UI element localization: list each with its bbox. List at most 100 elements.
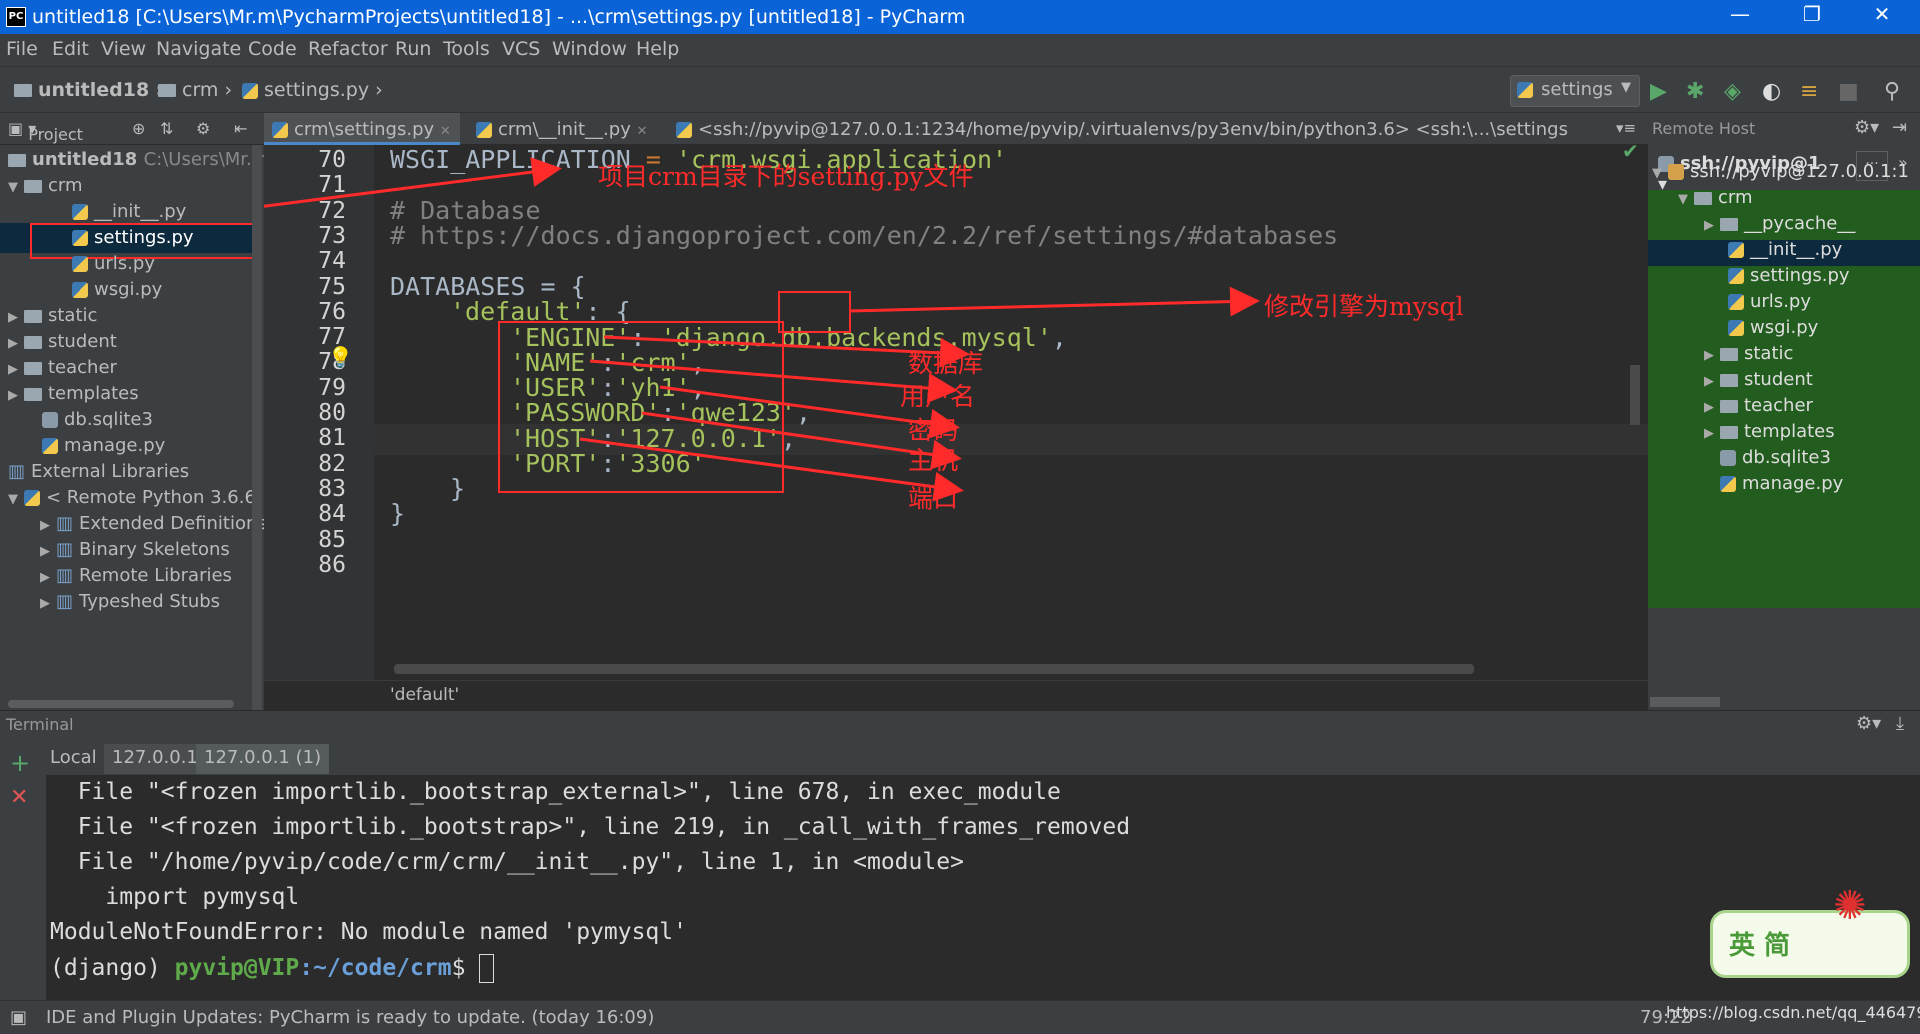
folder-icon	[24, 361, 42, 375]
close-terminal-icon[interactable]: ✕	[10, 785, 28, 810]
minimize-button[interactable]: —	[1720, 2, 1760, 26]
expanded-arrow-icon: ▼	[1678, 192, 1688, 207]
code-breadcrumb[interactable]: 'default'	[390, 685, 459, 705]
tree-item-label: Typeshed Stubs	[79, 591, 221, 612]
tree-item-label: db.sqlite3	[64, 409, 153, 430]
tree-item-label: student	[48, 331, 117, 352]
database-file-icon	[42, 412, 58, 428]
terminal-header: Terminal ⚙▾ ⤓	[0, 710, 1920, 740]
remote-item-label: teacher	[1744, 395, 1813, 416]
menu-vcs[interactable]: VCS	[502, 38, 540, 60]
code-editor[interactable]: 70 71 72 73 74 75 76 77 78 79 80 81 82 83 84 85 86 WSGI_…	[264, 145, 1648, 710]
remote-tree-root-label: ssh://pyvip@127.0.0.1:1	[1690, 161, 1909, 182]
locate-icon[interactable]: ⊕	[132, 119, 145, 138]
watermark-url: https://blog.csdn.net/qq_4464792	[1666, 1003, 1920, 1022]
terminal-output[interactable]: File "<frozen importlib._bootstrap_exter…	[46, 775, 1920, 1000]
tree-item-label: manage.py	[64, 435, 166, 456]
menu-tools[interactable]: Tools	[443, 38, 490, 60]
remote-host-header: Remote Host ⚙▾ ⇥	[1648, 113, 1920, 145]
gear-icon[interactable]: ⚙▾	[1854, 117, 1879, 138]
hide-panel-icon[interactable]: ⇥	[1892, 117, 1907, 138]
python-file-icon	[1728, 242, 1744, 258]
coverage-icon[interactable]: ◈	[1724, 79, 1741, 104]
status-icon[interactable]: ▣	[10, 1007, 27, 1028]
stop-icon[interactable]: ■	[1838, 79, 1859, 104]
python-file-icon	[72, 256, 88, 272]
horizontal-scrollbar[interactable]	[8, 700, 234, 708]
arrow-settings-file	[264, 157, 562, 208]
breadcrumb-crm[interactable]: crm ›	[158, 79, 232, 101]
watermark-text: 英 简	[1729, 931, 1791, 961]
folder-icon	[1720, 399, 1738, 413]
tree-item-label: External Libraries	[31, 461, 190, 482]
status-message[interactable]: IDE and Plugin Updates: PyCharm is ready…	[46, 1007, 654, 1028]
add-terminal-icon[interactable]: +	[10, 749, 30, 777]
tab-settings-py[interactable]: crm\settings.py ✕	[264, 113, 460, 145]
menu-edit[interactable]: Edit	[52, 38, 89, 60]
close-tab-icon[interactable]: ✕	[637, 124, 648, 139]
terminal-tab-remote-2[interactable]: 127.0.0.1 (1)	[196, 744, 330, 774]
terminal-toolbar: + ✕	[0, 749, 46, 1000]
hide-panel-icon[interactable]: ⤓	[1896, 713, 1904, 734]
tree-item-label: urls.py	[94, 253, 155, 274]
menu-help[interactable]: Help	[636, 38, 679, 60]
tree-item-label: wsgi.py	[94, 279, 163, 300]
profile-icon[interactable]: ◐	[1762, 79, 1781, 104]
run-icon[interactable]: ▶	[1650, 79, 1667, 104]
folder-icon	[24, 387, 42, 401]
prompt-sign: $	[451, 955, 480, 981]
python-file-icon	[1728, 320, 1744, 336]
menu-navigate[interactable]: Navigate	[156, 38, 241, 60]
terminal-line: ModuleNotFoundError: No module named 'py…	[50, 919, 687, 945]
prompt-user: pyvip@VIP	[174, 955, 300, 981]
status-bar: ▣ IDE and Plugin Updates: PyCharm is rea…	[0, 1000, 1920, 1034]
gear-icon[interactable]: ⚙▾	[1856, 713, 1881, 734]
vertical-scrollbar[interactable]	[252, 145, 262, 710]
remote-scrollbar[interactable]	[1650, 697, 1720, 707]
build-icon[interactable]: ≡	[1800, 79, 1818, 104]
tab-list-icon[interactable]: ▾≡	[1616, 119, 1636, 137]
breadcrumb-file[interactable]: settings.py ›	[242, 79, 383, 101]
hide-panel-icon[interactable]: ⇤	[234, 119, 247, 138]
prompt-env: (django)	[50, 955, 175, 981]
maximize-button[interactable]: ❐	[1792, 2, 1832, 26]
tree-item-label: teacher	[48, 357, 117, 378]
menu-refactor[interactable]: Refactor	[308, 38, 388, 60]
menu-window[interactable]: Window	[552, 38, 627, 60]
close-tab-icon[interactable]: ✕	[440, 124, 451, 139]
project-view-select[interactable]: ▣ Project ▾	[8, 119, 83, 144]
collapsed-arrow-icon: ▶	[40, 596, 50, 611]
tree-item-typeshed-stubs[interactable]: ▶ ▥ Typeshed Stubs	[40, 587, 220, 617]
menu-bar: File Edit View Navigate Code Refactor Ru…	[0, 34, 1920, 66]
ssh-icon	[1668, 164, 1684, 180]
terminal-tab-local[interactable]: Local	[42, 744, 105, 774]
breadcrumb-project[interactable]: untitled18 ›	[14, 79, 164, 101]
terminal-tab-remote-1[interactable]: 127.0.0.1	[104, 744, 206, 774]
editor-scrollbar[interactable]	[1630, 365, 1640, 425]
debug-icon[interactable]: ✱	[1686, 79, 1704, 104]
folder-icon	[1720, 347, 1738, 361]
folder-icon	[14, 84, 32, 97]
remote-item-label: db.sqlite3	[1742, 447, 1831, 468]
menu-run[interactable]: Run	[395, 38, 431, 60]
gear-icon[interactable]: ⚙	[196, 119, 210, 138]
remote-item-label: settings.py	[1750, 265, 1850, 286]
code-breadcrumb-bar: 'default'	[264, 680, 1648, 710]
run-configuration-select[interactable]: settings ▼	[1510, 75, 1640, 107]
collapsed-arrow-icon: ▶	[1704, 426, 1714, 441]
flower-icon: ✺	[1833, 883, 1867, 929]
tab-init-py[interactable]: crm\__init__.py ✕	[468, 113, 664, 145]
chevron-down-icon: ▼	[1621, 80, 1631, 95]
run-configuration-label: settings	[1541, 79, 1613, 100]
close-button[interactable]: ✕	[1862, 2, 1902, 26]
search-icon[interactable]: ⚲	[1884, 79, 1900, 104]
python-file-icon	[1728, 268, 1744, 284]
editor-horizontal-scrollbar[interactable]	[394, 664, 1474, 674]
tab-remote-settings[interactable]: <ssh://pyvip@127.0.0.1:1234/home/pyvip/.…	[668, 113, 1568, 145]
collapse-icon[interactable]: ⇅	[160, 119, 173, 138]
remote-item-manage[interactable]: manage.py	[1720, 469, 1843, 499]
menu-file[interactable]: File	[6, 38, 38, 60]
menu-code[interactable]: Code	[248, 38, 297, 60]
menu-view[interactable]: View	[101, 38, 146, 60]
remote-item-label: templates	[1744, 421, 1835, 442]
